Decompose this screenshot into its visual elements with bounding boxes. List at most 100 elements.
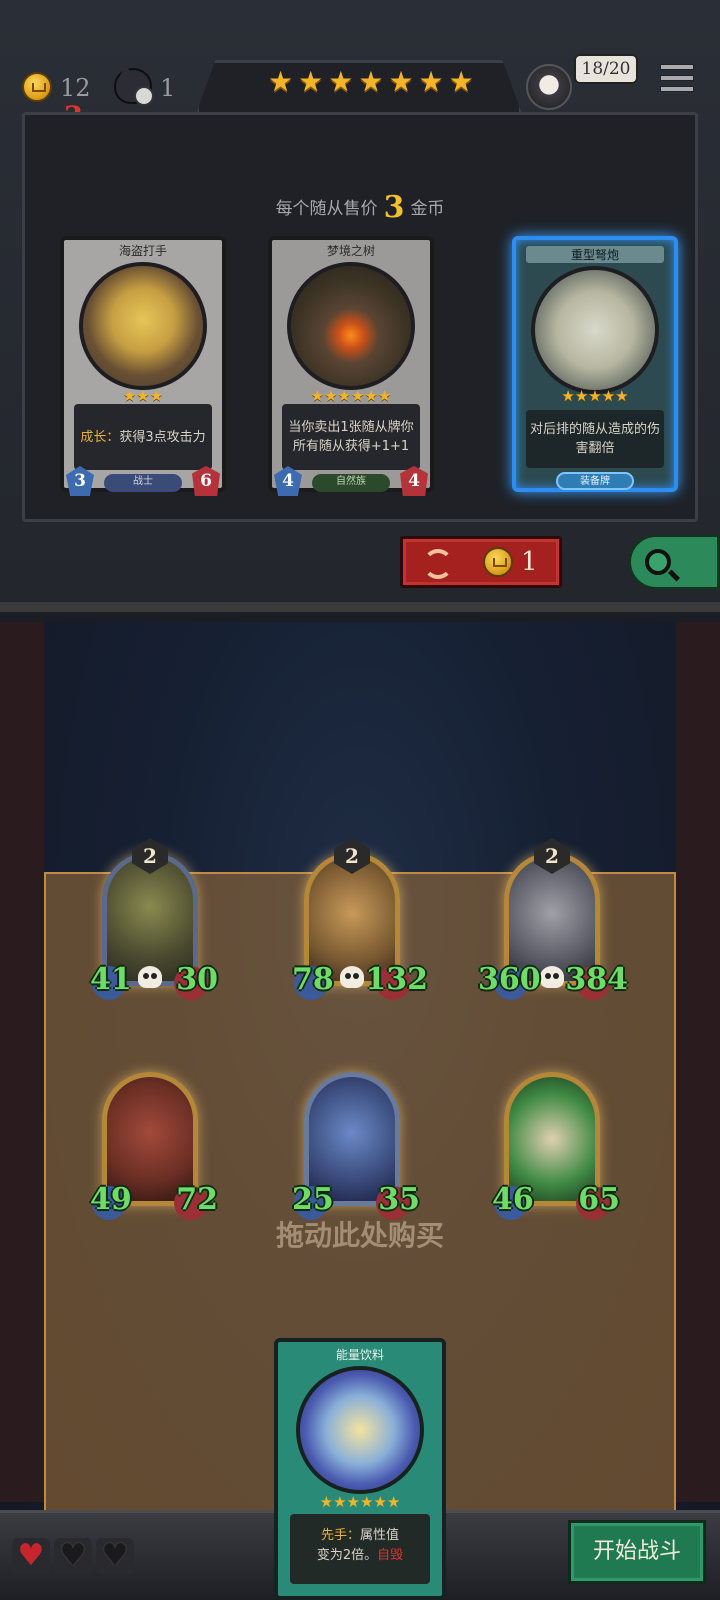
- refresh-shop-button[interactable]: 1: [400, 536, 562, 588]
- board-minion[interactable]: 25 35: [290, 1058, 420, 1220]
- card-star-icon: ★: [310, 387, 325, 405]
- board-minion[interactable]: 2 41 30: [88, 838, 218, 1000]
- tavern-star-icon: ★: [448, 65, 474, 98]
- card-star-icon: ★: [377, 387, 392, 405]
- card-star-icon: ★: [346, 1493, 360, 1511]
- card-star-icon: ★: [136, 387, 150, 405]
- shop-card-heavy-ballista[interactable]: 重型弩炮 ★★★★★ 对后排的随从造成的伤害翻倍 装备牌: [512, 236, 678, 492]
- card-name: 梦境之树: [326, 244, 375, 258]
- refresh-icon: [423, 549, 453, 579]
- card-star-icon: ★: [588, 387, 602, 405]
- minion-health: 384: [565, 962, 628, 997]
- gold-coin-icon: [483, 547, 513, 577]
- card-attack: 4: [274, 466, 302, 496]
- player-avatar[interactable]: [526, 64, 572, 110]
- minion-health: 35: [378, 1182, 420, 1217]
- minion-attack: 49: [90, 1182, 132, 1217]
- hand-card-energy-drink[interactable]: 能量饮料 ★★★★★★ 先手：属性值 变为2倍。自毁: [274, 1338, 446, 1600]
- skull-icon: [340, 966, 364, 988]
- minion-attack: 78: [292, 962, 334, 997]
- menu-line-icon: [660, 75, 694, 81]
- minion-health: 72: [176, 1182, 218, 1217]
- tavern-star-icon: ★: [328, 65, 354, 98]
- card-tribe: 装备牌: [556, 472, 634, 490]
- card-star-icon: ★: [373, 1493, 387, 1511]
- card-star-icon: ★: [386, 1493, 401, 1511]
- tavern-star-icon: ★: [358, 65, 384, 98]
- card-tribe: 战士: [104, 474, 182, 492]
- tavern-star-icon: ★: [298, 65, 324, 98]
- card-star-icon: ★: [561, 387, 575, 405]
- menu-line-icon: [660, 86, 694, 92]
- board-minion[interactable]: 2 78 132: [290, 838, 428, 1000]
- shop-card-pirate-brawler[interactable]: 海盗打手 ★★★ 成长：获得3点攻击力 战士 3 6: [60, 236, 226, 496]
- card-description: 当你卖出1张随从牌你所有随从获得+1+1: [282, 404, 420, 470]
- menu-line-icon: [660, 64, 694, 70]
- board-minion[interactable]: 2 360 384: [478, 838, 628, 1000]
- card-stars: ★★★★★: [516, 386, 674, 405]
- board-minion[interactable]: 46 65: [490, 1058, 620, 1220]
- price-suffix: 金币: [410, 199, 445, 219]
- board-left-wall: [0, 622, 44, 1502]
- card-health: 4: [400, 466, 428, 496]
- card-star-icon: ★: [149, 387, 164, 405]
- card-health: 6: [192, 466, 220, 496]
- board-minion[interactable]: 49 72: [88, 1058, 218, 1220]
- drag-to-buy-hint: 拖动此处购买: [275, 1219, 444, 1252]
- minion-health: 65: [578, 1182, 620, 1217]
- minion-health: 132: [365, 962, 428, 997]
- card-star-icon: ★: [351, 387, 365, 405]
- card-art: [79, 262, 207, 390]
- card-art: [287, 262, 415, 390]
- heart-icon: ♥: [12, 1538, 50, 1574]
- tavern-star-icon: ★: [268, 65, 294, 98]
- card-star-icon: ★: [360, 1493, 374, 1511]
- card-description: 成长：获得3点攻击力: [74, 404, 212, 470]
- skull-icon: [540, 966, 564, 988]
- card-description: 对后排的随从造成的伤害翻倍: [526, 410, 664, 468]
- card-star-icon: ★: [574, 387, 589, 405]
- card-name: 能量饮料: [335, 1348, 384, 1362]
- card-art: [296, 1366, 424, 1494]
- search-icon: [645, 549, 671, 575]
- sell-price-note: 每个随从售价 3 金币: [0, 190, 720, 225]
- minion-attack: 360: [478, 962, 541, 997]
- skull-icon: [138, 966, 162, 988]
- card-name: 海盗打手: [118, 244, 167, 258]
- card-tag: 自毁: [377, 1548, 404, 1563]
- card-star-icon: ★: [122, 387, 137, 405]
- card-stars: ★★★: [64, 386, 222, 405]
- card-star-icon: ★: [337, 387, 351, 405]
- shop-card-dream-tree[interactable]: 梦境之树 ★★★★★★ 当你卖出1张随从牌你所有随从获得+1+1 自然族 4 4: [268, 236, 434, 496]
- start-battle-button[interactable]: 开始战斗: [568, 1520, 706, 1584]
- refresh-cost: 1: [521, 547, 538, 577]
- turn-timer-icon: [114, 64, 154, 106]
- minion-attack: 46: [492, 1182, 534, 1217]
- card-text: 获得3点攻击力: [119, 429, 206, 445]
- lives: ♥ ♥ ♥: [12, 1538, 134, 1574]
- card-star-icon: ★: [364, 387, 378, 405]
- price-value: 3: [383, 190, 405, 225]
- card-stars: ★★★★★★: [278, 1492, 442, 1511]
- tavern-stars: ★ ★ ★ ★ ★ ★ ★: [268, 68, 474, 96]
- minion-health: 30: [176, 962, 218, 997]
- heart-icon: ♥: [96, 1538, 134, 1574]
- card-star-icon: ★: [324, 387, 338, 405]
- turn-count: 1: [160, 74, 176, 102]
- board-count: 18/20: [574, 54, 638, 84]
- card-text-a: 属性值: [360, 1528, 400, 1543]
- card-keyword: 成长：: [80, 429, 120, 445]
- menu-button[interactable]: [660, 64, 694, 98]
- search-button[interactable]: [628, 534, 720, 590]
- card-text-b: 变为2倍。: [316, 1548, 378, 1563]
- card-tribe: 自然族: [312, 474, 390, 492]
- card-stars: ★★★★★★: [272, 386, 430, 405]
- card-art: [531, 266, 659, 394]
- gold-coin-icon: [22, 72, 52, 102]
- card-star-icon: ★: [615, 387, 629, 405]
- card-description: 先手：属性值 变为2倍。自毁: [290, 1514, 430, 1584]
- tavern-star-icon: ★: [388, 65, 414, 98]
- card-star-icon: ★: [601, 387, 616, 405]
- minion-attack: 25: [292, 1182, 334, 1217]
- card-star-icon: ★: [319, 1493, 334, 1511]
